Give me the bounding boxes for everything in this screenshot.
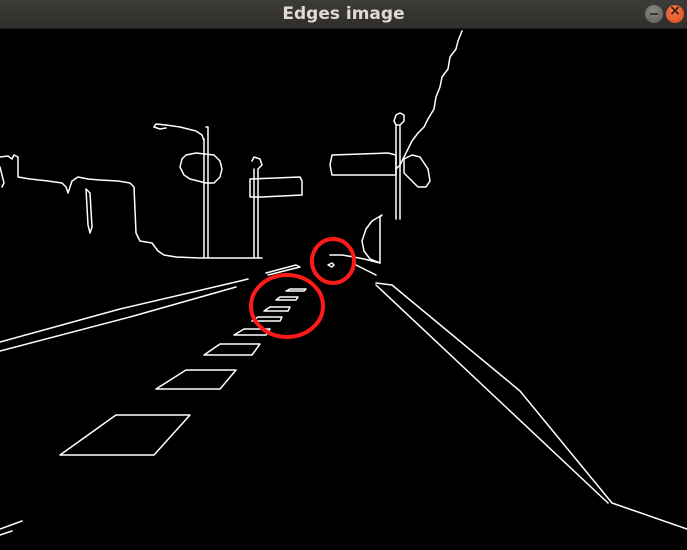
dash-8 — [285, 288, 307, 292]
annotations — [249, 237, 356, 339]
small-blob — [327, 262, 335, 268]
right-sign-board — [329, 152, 397, 176]
edges-image — [0, 30, 687, 536]
title-bar[interactable]: Edges image × — [0, 0, 687, 29]
large-circle-marker — [249, 273, 325, 339]
dash-1 — [59, 414, 191, 456]
edge-lines — [0, 30, 687, 536]
minimize-button[interactable] — [645, 5, 663, 23]
left-building-edge — [0, 154, 263, 259]
app-window: Edges image × — [0, 0, 687, 550]
sign-pole — [251, 156, 263, 258]
close-icon: × — [669, 3, 681, 19]
small-circle-marker — [310, 237, 356, 285]
dash-6 — [263, 306, 291, 312]
minimize-icon — [650, 13, 658, 15]
dash-3 — [203, 343, 261, 356]
traffic-light — [403, 154, 431, 188]
close-button[interactable]: × — [666, 3, 684, 23]
lamp-head — [153, 126, 167, 130]
right-lane-near — [355, 264, 377, 276]
left-road-edge — [0, 278, 249, 352]
tree-outline — [395, 30, 463, 170]
left-building-edge-2 — [0, 166, 5, 188]
bottom-left-fragment — [0, 520, 23, 536]
left-building-window — [85, 188, 93, 234]
dash-7 — [275, 296, 299, 301]
window-title: Edges image — [282, 4, 405, 24]
round-shape — [361, 214, 383, 264]
street-lamp — [153, 123, 209, 258]
right-road-edge-inner — [375, 284, 609, 504]
right-road-edge — [375, 282, 687, 530]
traffic-sign-left — [179, 152, 223, 184]
edges-image-canvas — [0, 29, 687, 550]
dash-2 — [155, 369, 237, 390]
